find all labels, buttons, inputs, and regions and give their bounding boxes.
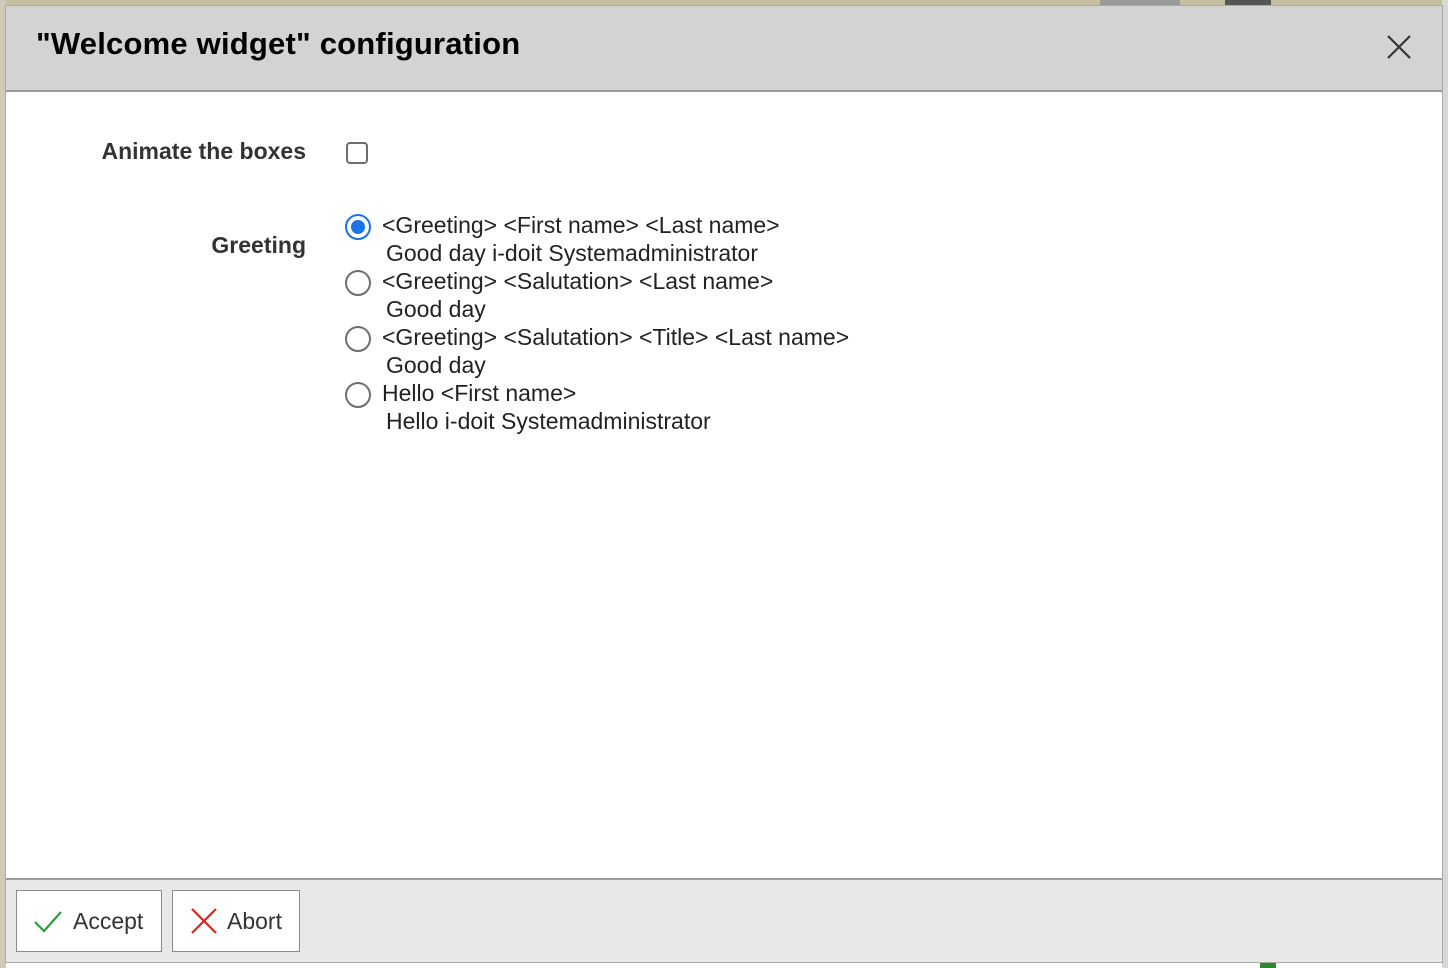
greeting-option-preview: Good day (386, 352, 486, 378)
abort-button[interactable]: Abort (172, 890, 300, 952)
cross-icon (191, 908, 217, 934)
background-status-badge (1260, 962, 1276, 968)
accept-label: Accept (73, 907, 144, 934)
greeting-radio[interactable] (345, 270, 371, 296)
animate-label: Animate the boxes (101, 138, 307, 164)
greeting-radio[interactable] (345, 214, 371, 240)
greeting-radio[interactable] (345, 382, 371, 408)
greeting-option-label[interactable]: Hello <First name> (382, 380, 576, 407)
greeting-option-preview: Good day (386, 296, 486, 322)
dialog-header: "Welcome widget" configuration (6, 6, 1442, 92)
dialog-title: "Welcome widget" configuration (36, 26, 521, 61)
accept-button[interactable]: Accept (16, 890, 162, 952)
welcome-widget-config-dialog: "Welcome widget" configuration Animate t… (6, 6, 1442, 962)
background-right-edge (1442, 0, 1448, 968)
close-icon[interactable] (1384, 32, 1414, 62)
animate-checkbox[interactable] (346, 142, 368, 164)
checkmark-icon (34, 911, 62, 933)
dialog-body: Animate the boxes Greeting <Greeting> <F… (6, 92, 1442, 878)
greeting-label: Greeting (211, 232, 306, 258)
greeting-option-label[interactable]: <Greeting> <Salutation> <Last name> (382, 268, 773, 295)
greeting-option-label[interactable]: <Greeting> <First name> <Last name> (382, 212, 780, 239)
greeting-radio[interactable] (345, 326, 371, 352)
animate-row: Animate the boxes (6, 136, 1442, 176)
dialog-footer: Accept Abort (6, 878, 1442, 962)
greeting-option-preview: Hello i-doit Systemadministrator (386, 408, 711, 434)
greeting-option-preview: Good day i-doit Systemadministrator (386, 240, 758, 266)
greeting-option-label[interactable]: <Greeting> <Salutation> <Title> <Last na… (382, 324, 849, 351)
abort-label: Abort (227, 907, 282, 934)
